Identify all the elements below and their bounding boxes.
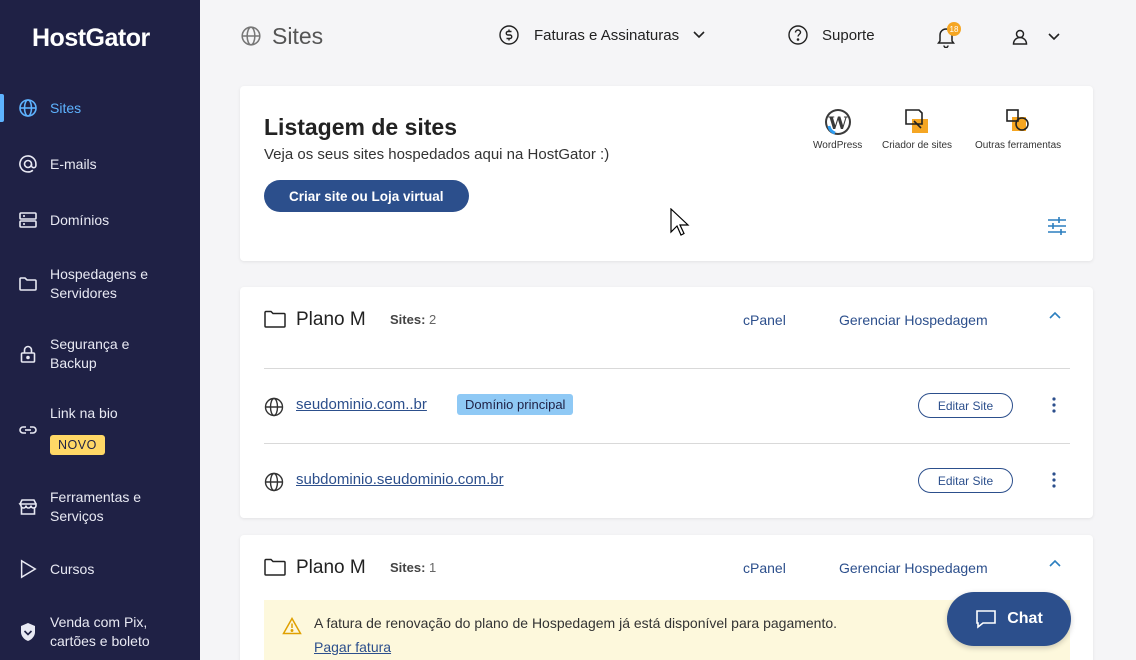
- notification-count-badge: 18: [947, 22, 961, 36]
- plan-header: Plano M Sites: 1 cPanel Gerenciar Hosped…: [264, 555, 1070, 581]
- lock-icon: [18, 344, 38, 364]
- plan-card: Plano M Sites: 2 cPanel Gerenciar Hosped…: [240, 287, 1093, 518]
- cpanel-link[interactable]: cPanel: [743, 312, 786, 328]
- globe-icon: [18, 98, 38, 118]
- manage-hosting-link[interactable]: Gerenciar Hospedagem: [839, 560, 988, 576]
- chat-bubble-icon: [976, 610, 997, 629]
- plan-sites-count: Sites: 2: [390, 312, 437, 327]
- filter-icon[interactable]: [1047, 216, 1067, 241]
- tool-label: WordPress: [813, 140, 863, 151]
- sidebar-item-label: Hospedagens e Servidores: [50, 266, 149, 301]
- tools-icon: [1006, 109, 1029, 131]
- support-link[interactable]: Suporte: [787, 24, 875, 46]
- sidebar-item-ferramentas[interactable]: Ferramentas e Serviços: [0, 487, 200, 527]
- shield-icon: [18, 622, 38, 642]
- globe-icon: [264, 397, 284, 417]
- folder-icon: [18, 274, 38, 294]
- sidebar-item-label: Domínios: [50, 211, 110, 228]
- store-icon: [18, 497, 38, 517]
- new-badge: NOVO: [50, 435, 105, 455]
- tool-label: Criador de sites: [882, 140, 953, 151]
- plan-header: Plano M Sites: 2 cPanel Gerenciar Hosped…: [264, 307, 1070, 333]
- sidebar-item-sites[interactable]: Sites: [0, 94, 200, 122]
- user-icon: [1012, 29, 1028, 45]
- at-icon: [18, 154, 38, 174]
- site-builder-tool[interactable]: Criador de sites: [882, 108, 952, 151]
- site-domain-link[interactable]: subdominio.seudominio.com.br: [296, 471, 504, 488]
- folder-icon: [264, 558, 286, 576]
- chat-button[interactable]: Chat: [947, 592, 1071, 646]
- sidebar-item-label: Cursos: [50, 560, 95, 577]
- sidebar-item-label: Link na bio: [50, 405, 118, 421]
- site-row: seudominio.com..br Domínio principal Edi…: [264, 391, 1070, 421]
- sidebar-item-dominios[interactable]: Domínios: [0, 206, 200, 234]
- alert-message: A fatura de renovação do plano de Hosped…: [314, 615, 838, 631]
- sidebar-item-venda-pix[interactable]: Venda com Pix, cartões e boleto: [0, 612, 200, 652]
- hostgator-logo[interactable]: HostGator: [32, 24, 150, 53]
- sidebar-item-hospedagens[interactable]: Hospedagens e Servidores: [0, 264, 200, 304]
- listing-title: Listagem de sites: [264, 114, 458, 140]
- wordpress-tool[interactable]: W WordPress: [813, 108, 862, 151]
- more-options-icon[interactable]: [1052, 472, 1056, 488]
- help-icon: [788, 25, 808, 45]
- divider: [264, 368, 1070, 369]
- cpanel-link[interactable]: cPanel: [743, 560, 786, 576]
- sidebar-item-seguranca[interactable]: Segurança e Backup: [0, 334, 200, 374]
- warning-icon: [282, 617, 302, 635]
- listing-subtitle: Veja os seus sites hospedados aqui na Ho…: [264, 146, 610, 163]
- sidebar-item-label: Sites: [50, 99, 82, 116]
- folder-icon: [264, 310, 286, 328]
- tool-label: Outras ferramentas: [975, 140, 1062, 151]
- billing-label: Faturas e Assinaturas: [534, 26, 680, 44]
- chevron-down-icon: [1048, 33, 1060, 41]
- chevron-up-icon[interactable]: [1049, 559, 1061, 567]
- sidebar-item-label: Venda com Pix, cartões e boleto: [50, 614, 150, 649]
- billing-menu[interactable]: Faturas e Assinaturas: [498, 24, 705, 46]
- sidebar-item-label: Ferramentas e Serviços: [50, 489, 142, 524]
- plan-name: Plano M: [296, 557, 366, 578]
- link-icon: [18, 420, 38, 440]
- play-icon: [18, 559, 38, 579]
- support-label: Suporte: [822, 26, 875, 44]
- dollar-icon: [499, 25, 519, 45]
- globe-icon: [264, 472, 284, 492]
- user-menu[interactable]: [1010, 27, 1060, 47]
- plan-name: Plano M: [296, 309, 366, 330]
- sidebar-item-label: E-mails: [50, 155, 97, 172]
- chevron-up-icon[interactable]: [1049, 311, 1061, 319]
- more-options-icon[interactable]: [1052, 397, 1056, 413]
- server-icon: [18, 210, 38, 230]
- edit-site-button[interactable]: Editar Site: [918, 393, 1013, 418]
- sidebar-item-link-na-bio[interactable]: Link na bio NOVO: [0, 404, 200, 456]
- page-title: Sites: [272, 23, 324, 49]
- edit-site-button[interactable]: Editar Site: [918, 468, 1013, 493]
- site-domain-link[interactable]: seudominio.com..br: [296, 396, 427, 413]
- sidebar-item-cursos[interactable]: Cursos: [0, 556, 200, 582]
- sidebar-item-emails[interactable]: E-mails: [0, 150, 200, 178]
- plan-sites-count: Sites: 1: [390, 560, 437, 575]
- other-tools[interactable]: Outras ferramentas: [975, 108, 1061, 151]
- globe-icon: [240, 25, 262, 52]
- manage-hosting-link[interactable]: Gerenciar Hospedagem: [839, 312, 988, 328]
- chat-label: Chat: [1007, 610, 1043, 627]
- chevron-down-icon: [693, 31, 705, 39]
- top-header: Sites Faturas e Assinaturas Suporte 18: [200, 0, 1136, 72]
- sidebar-item-label: Segurança e Backup: [50, 336, 130, 371]
- site-listing-card: Listagem de sites Veja os seus sites hos…: [240, 86, 1093, 261]
- sidebar: HostGator Sites E-mails Domínios Hospeda…: [0, 0, 200, 660]
- mouse-cursor-icon: [670, 208, 690, 236]
- pay-invoice-link[interactable]: Pagar fatura: [314, 639, 391, 655]
- primary-domain-badge: Domínio principal: [457, 394, 574, 415]
- wordpress-icon: W: [824, 109, 851, 135]
- site-row: subdominio.seudominio.com.br Editar Site: [264, 466, 1070, 496]
- divider: [264, 443, 1070, 444]
- create-site-button[interactable]: Criar site ou Loja virtual: [264, 180, 469, 212]
- site-builder-icon: [905, 109, 929, 133]
